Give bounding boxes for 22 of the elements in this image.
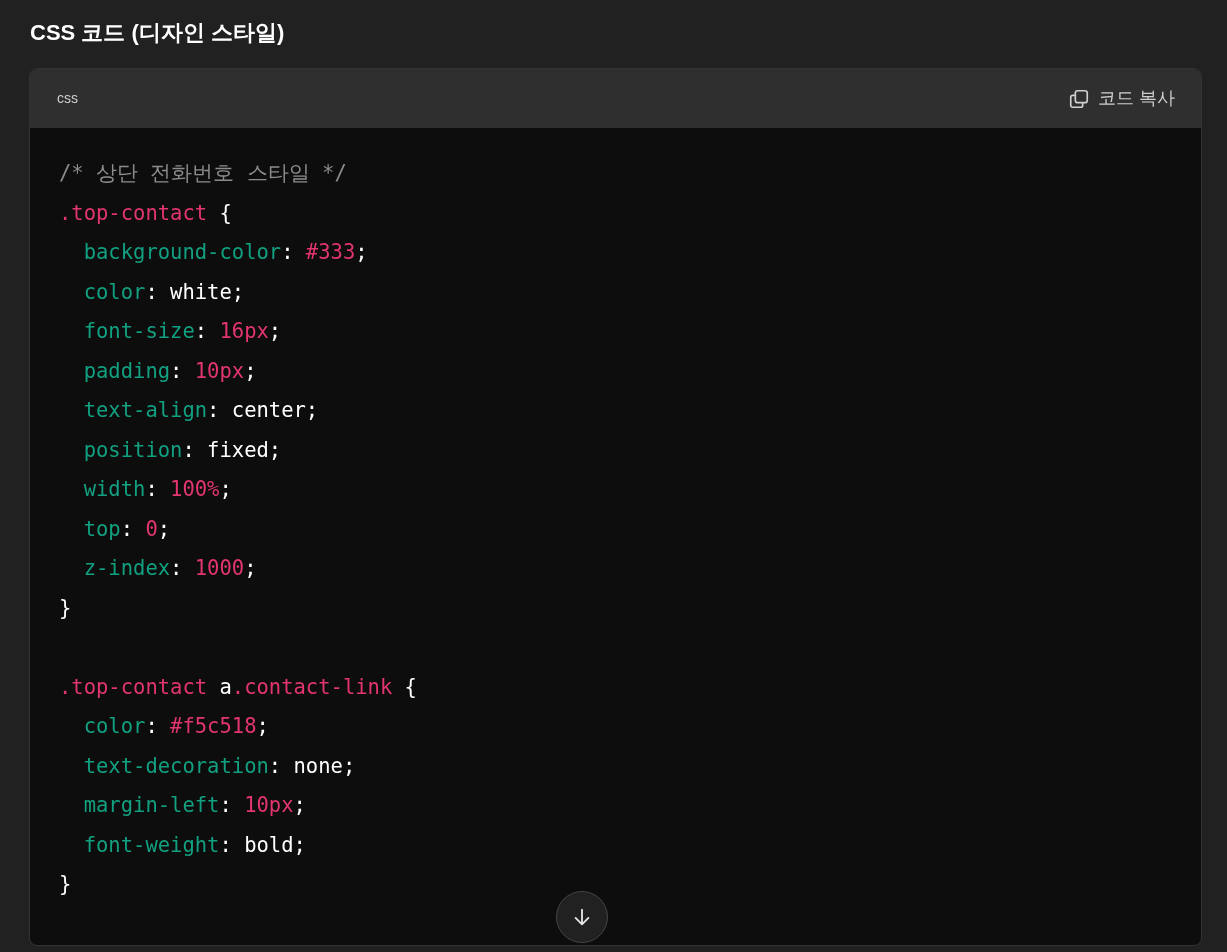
code-line: /* 상단 전화번호 스타일 */ [59,160,347,187]
code-line: margin-left: 10px; [83,792,306,819]
code-line: text-decoration: none; [83,752,356,780]
code-line: z-index: 1000; [83,555,257,582]
language-label: css [57,89,78,108]
code-line: top: 0; [83,515,171,543]
section-heading: CSS 코드 (디자인 스타일) [29,19,285,47]
code-line: color: white; [83,278,245,306]
code-line: .top-contact a.contact-link { [59,673,417,701]
code-line: } [59,871,72,898]
code-line: text-align: center; [83,397,319,424]
copy-icon [1068,87,1090,110]
code-line: padding: 10px; [83,357,257,385]
code-line: .top-contact { [59,199,232,227]
code-line: position: fixed; [83,436,282,464]
code-line: background-color: #333; [83,239,368,266]
code-line: font-weight: bold; [83,831,306,859]
code-line: color: #f5c518; [83,713,269,740]
code-line: font-size: 16px; [83,318,282,345]
code-line: width: 100%; [83,476,232,503]
code-line: } [59,594,72,622]
copy-code-button[interactable]: 코드 복사 [1068,85,1175,112]
